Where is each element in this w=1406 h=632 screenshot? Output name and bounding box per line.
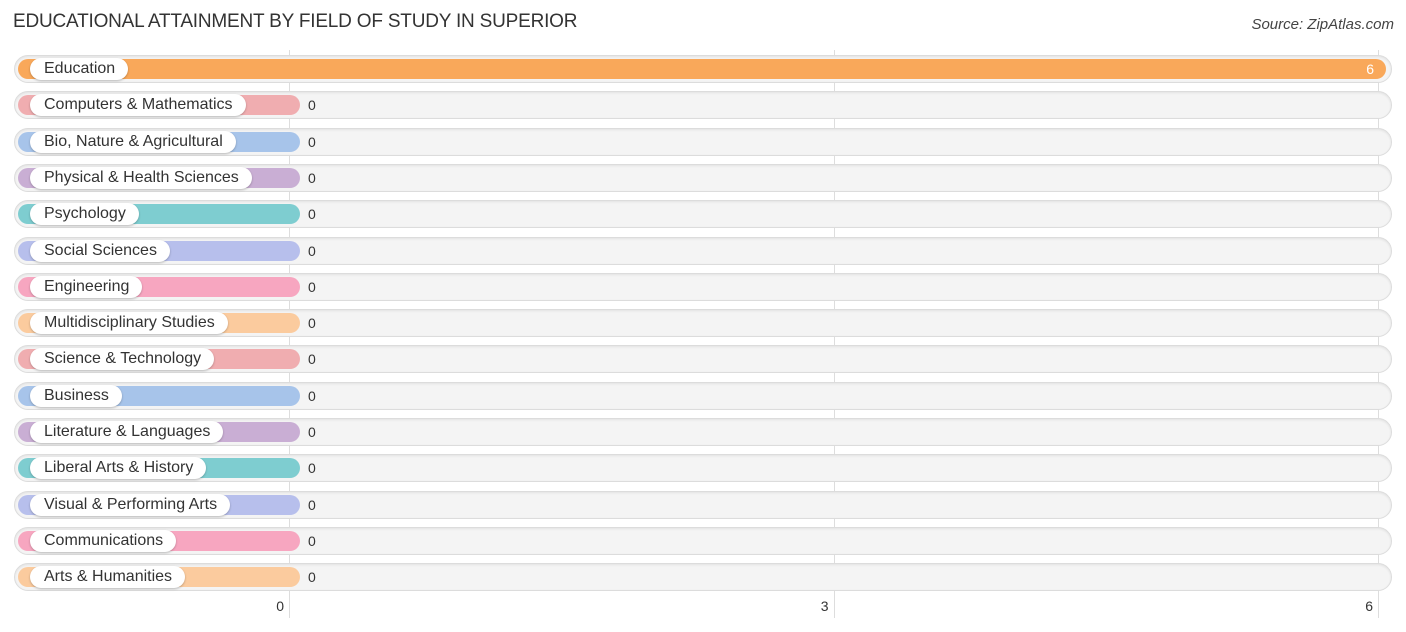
value-label: 6 [1366,61,1374,77]
category-label: Social Sciences [30,239,170,262]
category-label: Education [30,58,129,80]
category-label: Science & Technology [30,348,215,371]
bar[interactable] [18,59,1386,79]
x-tick-label: 0 [276,598,284,614]
category-label: Engineering [30,275,143,298]
category-label: Business [30,384,122,407]
category-label: Literature & Languages [30,421,224,443]
category-label: Bio, Nature & Agricultural [30,130,236,153]
value-label: 0 [308,532,316,549]
category-label: Psychology [30,203,139,226]
category-label: Arts & Humanities [30,566,186,589]
category-label: Communications [30,529,177,552]
category-label: Computers & Mathematics [30,94,246,117]
value-label: 0 [308,496,316,513]
value-label: 0 [308,133,316,150]
value-label: 0 [308,278,316,295]
value-label: 0 [308,387,316,404]
x-tick-label: 6 [1365,598,1373,614]
category-label: Visual & Performing Arts [30,493,231,516]
value-label: 0 [308,460,316,477]
category-label: Physical & Health Sciences [30,166,252,189]
value-label: 0 [308,569,316,586]
bar-chart: 0 3 6 Education 6 Computers & Mathematics 0 Bio… [0,0,1406,632]
value-label: 0 [308,169,316,186]
value-label: 0 [308,351,316,368]
category-label: Liberal Arts & History [30,457,207,480]
x-tick-label: 3 [820,598,829,614]
value-label: 0 [308,206,316,223]
category-label: Multidisciplinary Studies [30,312,228,335]
value-label: 0 [308,424,316,440]
value-label: 0 [308,97,316,114]
value-label: 0 [308,242,316,259]
value-label: 0 [308,315,316,332]
